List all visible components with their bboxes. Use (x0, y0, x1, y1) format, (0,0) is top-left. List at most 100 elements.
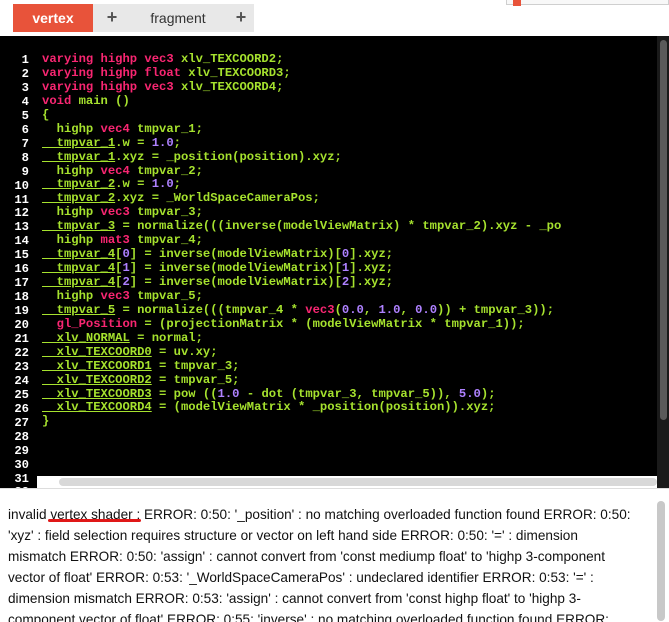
code-token: ] = inverse(modelViewMatrix)[ (129, 247, 342, 262)
shader-tab-bar: vertex + fragment + (0, 0, 669, 36)
line-number: 22 (14, 345, 29, 360)
code-line: xlv_TEXCOORD3 = pow ((1.0 - dot (tmpvar_… (42, 386, 657, 402)
code-token: varying (42, 79, 94, 94)
code-token: tmpvar_1 (42, 149, 116, 164)
code-token: 1.0 (151, 135, 174, 150)
code-line: xlv_TEXCOORD1 = tmpvar_3; (42, 358, 657, 374)
add-fragment-icon[interactable]: + (228, 4, 254, 32)
line-number: 6 (21, 122, 29, 137)
code-token: ].xyz; (349, 275, 394, 289)
code-token: .w = (115, 177, 152, 192)
line-number: 11 (14, 192, 29, 207)
code-token: .xyz = _position(position).xyz; (115, 149, 342, 164)
code-token: tmpvar_4; (129, 233, 203, 248)
tab-vertex-label[interactable]: vertex (13, 4, 93, 32)
editor-horizontal-scroll-thumb[interactable] (59, 478, 657, 486)
code-token: 1.0 (378, 302, 401, 317)
line-number: 5 (21, 108, 29, 123)
line-number: 8 (21, 150, 29, 165)
line-number: 16 (14, 262, 29, 277)
code-token: tmpvar_2; (129, 163, 203, 178)
line-number: 7 (21, 136, 29, 151)
line-number: 14 (14, 234, 29, 249)
line-number: 10 (14, 178, 29, 193)
code-token: 1 (122, 261, 130, 276)
code-token: xlv_TEXCOORD2; (173, 52, 284, 66)
code-token: tmpvar_3; (129, 205, 203, 220)
code-line: { (42, 107, 657, 123)
tab-vertex[interactable]: vertex + (13, 4, 128, 32)
code-line: tmpvar_4[0] = inverse(modelViewMatrix)[0… (42, 247, 657, 262)
code-line: void main () (42, 93, 657, 109)
code-token: xlv_TEXCOORD4 (42, 400, 152, 415)
code-line: tmpvar_1.w = 1.0; (42, 135, 657, 151)
line-number: 26 (14, 401, 29, 416)
tab-fragment-label[interactable]: fragment (128, 4, 228, 32)
code-token: highp (93, 79, 145, 94)
code-line: gl_Position = (projectionMatrix * (model… (42, 316, 657, 332)
code-line: varying highp vec3 xlv_TEXCOORD2; (42, 52, 657, 67)
highlight-underline (48, 519, 141, 522)
line-number: 30 (14, 457, 29, 472)
code-token: , (400, 302, 416, 317)
line-number: 19 (14, 304, 29, 319)
code-token: vec3 (305, 302, 335, 317)
code-token: highp (42, 121, 101, 136)
code-token: 1.0 (151, 177, 174, 192)
code-token: .xyz = _WorldSpaceCameraPos; (115, 191, 320, 206)
line-number: 25 (14, 387, 29, 402)
editor-vertical-scrollbar[interactable] (657, 36, 669, 488)
line-number: 9 (21, 164, 29, 179)
code-line: highp mat3 tmpvar_4; (42, 233, 657, 248)
code-token: mat3 (100, 233, 130, 248)
add-vertex-icon[interactable]: + (99, 4, 125, 32)
code-token: tmpvar_4 (42, 275, 116, 289)
code-editor[interactable]: 1 2 3 4 5 6 7 8 9 10 11 12 13 14 15 16 17 18 19 20 21 22 23 24 2… (0, 36, 669, 488)
code-token: tmpvar_1; (129, 121, 203, 136)
code-token: xlv_TEXCOORD1 (42, 358, 152, 373)
code-token: 0.0 (341, 302, 364, 317)
code-line: tmpvar_3 = normalize(((inverse(modelView… (42, 219, 657, 234)
code-token: void (42, 93, 72, 108)
code-token: 0.0 (415, 302, 438, 317)
code-token: ; (173, 177, 181, 192)
line-number: 1 (21, 53, 29, 67)
code-area[interactable]: varying highp vec3 xlv_TEXCOORD2; varying… (42, 52, 657, 488)
editor-horizontal-scrollbar[interactable] (37, 476, 657, 488)
code-token: = tmpvar_3; (151, 358, 240, 373)
code-token: gl_Position (42, 316, 138, 331)
code-line: tmpvar_2.xyz = _WorldSpaceCameraPos; (42, 191, 657, 206)
code-token: tmpvar_4 (42, 247, 116, 262)
code-line: highp vec3 tmpvar_3; (42, 205, 657, 220)
code-token: tmpvar_5 (42, 302, 116, 317)
tab-fragment[interactable]: fragment + (128, 4, 254, 32)
code-token: float (144, 65, 181, 80)
code-token: tmpvar_2 (42, 177, 116, 192)
code-token: = uv.xy; (151, 344, 218, 359)
code-token: tmpvar_2 (42, 191, 116, 206)
line-number-gutter: 1 2 3 4 5 6 7 8 9 10 11 12 13 14 15 16 17 18 19 20 21 22 23 24 2… (0, 36, 37, 488)
code-line: xlv_NORMAL = normal; (42, 331, 657, 346)
code-line: tmpvar_1.xyz = _position(position).xyz; (42, 149, 657, 165)
editor-vertical-scroll-thumb[interactable] (660, 40, 667, 420)
code-token: ); (480, 386, 496, 401)
line-number: 12 (14, 206, 29, 221)
console-scrollbar[interactable] (657, 501, 665, 621)
line-number: 17 (14, 276, 29, 291)
code-line: highp vec4 tmpvar_2; (42, 163, 657, 179)
code-line: varying highp float xlv_TEXCOORD3; (42, 65, 657, 81)
code-token: ].xyz; (349, 261, 394, 276)
error-console: invalid vertex shader : ERROR: 0:50: '_p… (0, 488, 669, 622)
code-token: xlv_TEXCOORD2 (42, 372, 152, 387)
code-token: 1.0 (217, 386, 240, 401)
code-token: vec4 (100, 163, 130, 178)
code-token: vec3 (100, 205, 130, 220)
code-token: ] = inverse(modelViewMatrix)[ (129, 261, 342, 276)
line-number: 27 (14, 415, 29, 430)
code-token: )) + tmpvar_3)); (437, 302, 555, 317)
code-token: { (42, 107, 50, 122)
code-token: highp (42, 288, 101, 303)
toolbar-edge (506, 0, 669, 5)
